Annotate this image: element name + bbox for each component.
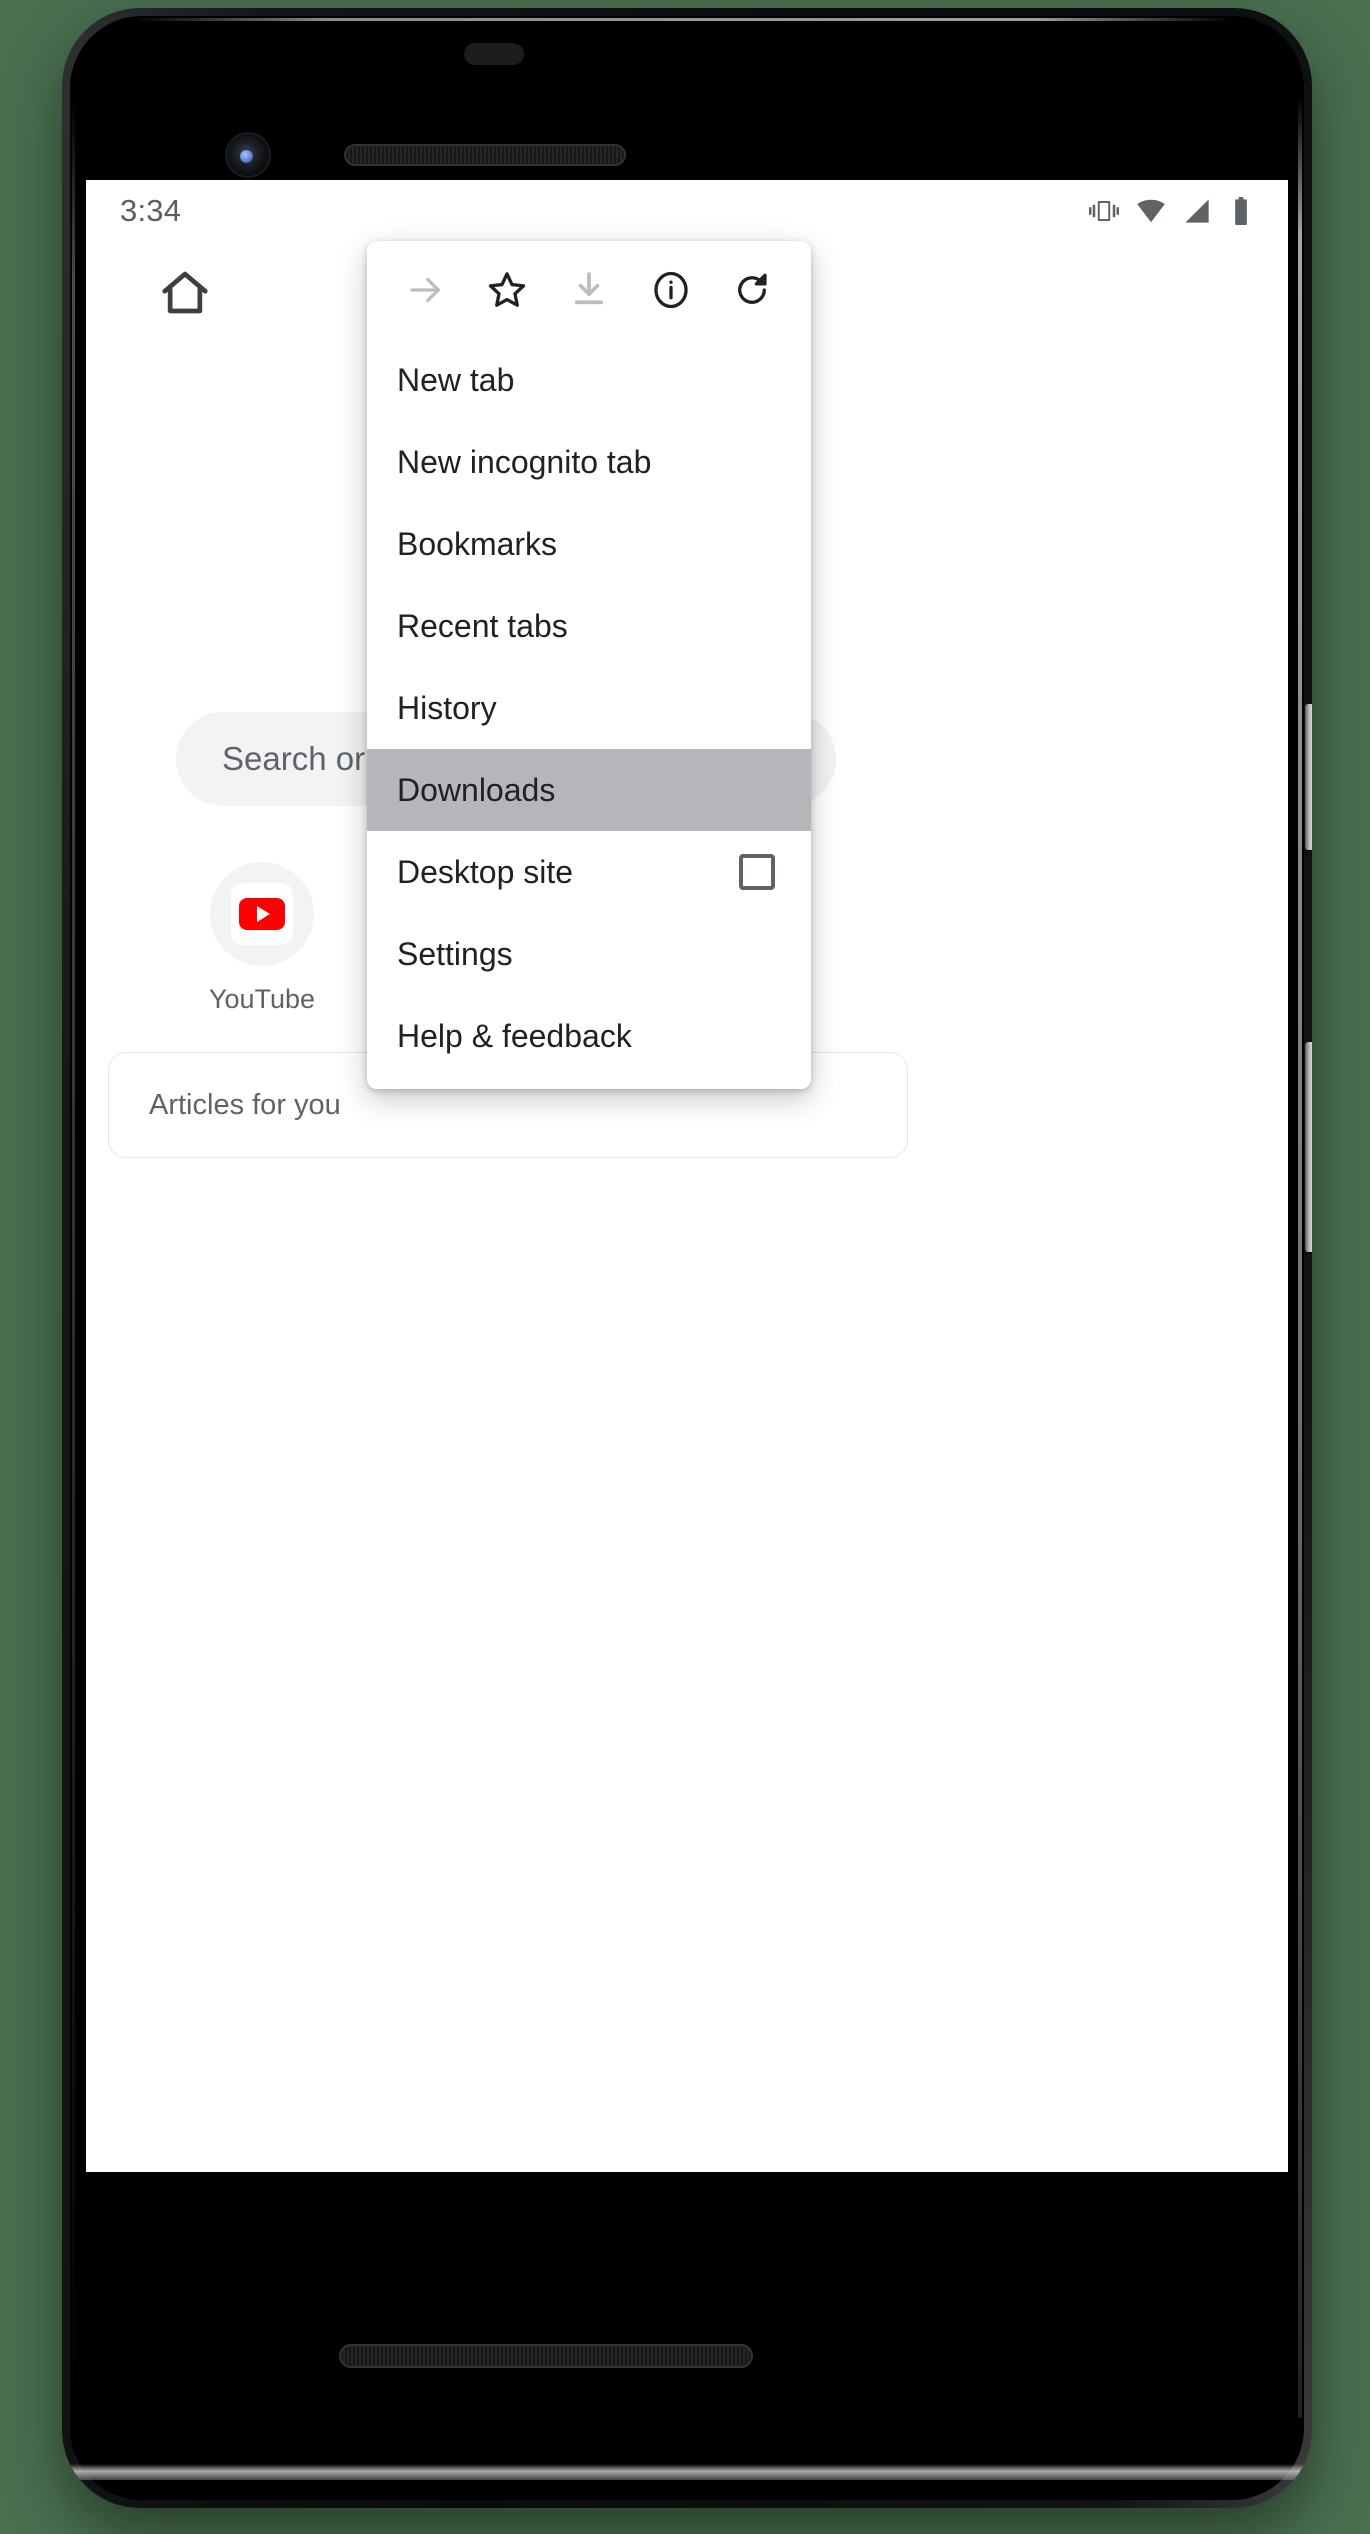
menu-item-label: New incognito tab xyxy=(397,443,652,480)
app-menu-popup: New tab New incognito tab Bookmarks Rece… xyxy=(367,241,811,1089)
volume-button[interactable] xyxy=(1305,1042,1312,1252)
info-circle-icon[interactable] xyxy=(641,260,701,320)
star-icon[interactable] xyxy=(477,260,537,320)
bezel-highlight-top xyxy=(132,18,1232,21)
menu-item-label: Downloads xyxy=(397,771,556,808)
forward-arrow-icon[interactable] xyxy=(396,260,456,320)
shortcut-tile-label: YouTube xyxy=(208,984,316,1014)
status-bar-clock: 3:34 xyxy=(120,193,182,228)
youtube-play-icon xyxy=(239,898,285,930)
menu-item-recent-tabs[interactable]: Recent tabs xyxy=(367,585,811,667)
menu-item-label: Recent tabs xyxy=(397,607,568,644)
youtube-badge xyxy=(231,883,293,945)
proximity-sensor xyxy=(464,43,524,65)
download-icon[interactable] xyxy=(559,260,619,320)
bezel-highlight-left xyxy=(72,98,75,2418)
menu-item-new-tab[interactable]: New tab xyxy=(367,339,811,421)
youtube-icon xyxy=(210,862,314,966)
menu-item-new-incognito-tab[interactable]: New incognito tab xyxy=(367,421,811,503)
menu-item-bookmarks[interactable]: Bookmarks xyxy=(367,503,811,585)
bottom-speaker xyxy=(339,2344,753,2368)
menu-item-label: Help & feedback xyxy=(397,1017,632,1054)
power-button[interactable] xyxy=(1305,704,1312,850)
menu-item-label: New tab xyxy=(397,361,515,398)
battery-icon xyxy=(1235,197,1247,225)
device-bottom-rim xyxy=(62,2464,1312,2480)
menu-item-label: Desktop site xyxy=(397,853,574,890)
wifi-icon xyxy=(1137,199,1165,223)
bezel-highlight-right xyxy=(1298,98,1302,2418)
articles-for-you-label: Articles for you xyxy=(149,1088,341,1121)
status-bar: 3:34 xyxy=(86,180,1288,242)
menu-item-label: History xyxy=(397,689,497,726)
menu-item-settings[interactable]: Settings xyxy=(367,913,811,995)
earpiece-speaker xyxy=(344,144,626,166)
menu-item-help-feedback[interactable]: Help & feedback xyxy=(367,995,811,1077)
menu-item-desktop-site[interactable]: Desktop site xyxy=(367,831,811,913)
vibrate-icon xyxy=(1089,201,1119,221)
menu-item-label: Settings xyxy=(397,935,513,972)
front-camera-icon xyxy=(227,134,269,176)
reload-icon[interactable] xyxy=(722,260,782,320)
signal-icon xyxy=(1185,199,1209,223)
home-icon[interactable] xyxy=(158,266,212,320)
desktop-site-checkbox[interactable] xyxy=(739,854,775,890)
app-menu-toolbar xyxy=(367,241,811,339)
phone-device-frame: 3:34 Search or type YouTube Articles for… xyxy=(62,8,1312,2508)
shortcut-tile-youtube[interactable]: YouTube xyxy=(162,862,362,1015)
menu-item-downloads[interactable]: Downloads xyxy=(367,749,811,831)
status-bar-icons xyxy=(1089,196,1254,226)
phone-screen: 3:34 Search or type YouTube Articles for… xyxy=(86,180,1288,2172)
menu-item-label: Bookmarks xyxy=(397,525,558,562)
menu-item-history[interactable]: History xyxy=(367,667,811,749)
